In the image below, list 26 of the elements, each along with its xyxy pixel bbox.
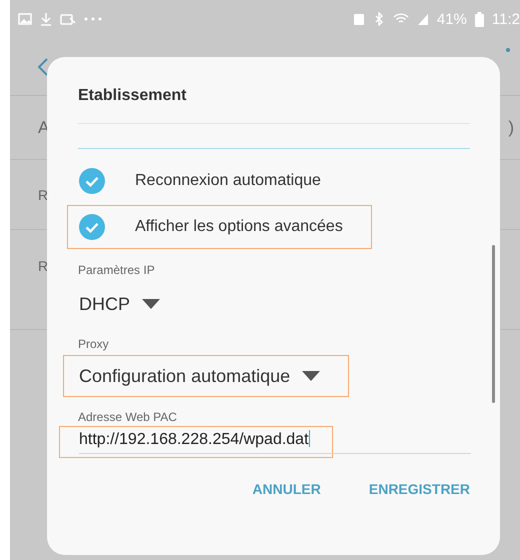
checkbox[interactable]	[79, 168, 105, 194]
list-item-label: )	[508, 118, 514, 138]
dropdown-arrow-icon	[302, 371, 320, 381]
field-label: Adresse Web PAC	[78, 410, 178, 424]
signal-icon	[416, 12, 429, 26]
option-label: Afficher les options avancées	[135, 218, 343, 236]
option-label: Reconnexion automatique	[135, 172, 321, 190]
more-icon	[84, 17, 102, 21]
battery-icon	[474, 12, 484, 26]
back-icon[interactable]	[38, 58, 48, 76]
list-item-label: R	[38, 258, 48, 274]
input-field[interactable]: http://192.168.228.254/wpad.dat	[79, 427, 471, 454]
more-icon[interactable]	[506, 48, 510, 52]
download-icon	[40, 12, 52, 26]
field-label: Paramètres IP	[78, 263, 156, 277]
list-item-label: R	[38, 186, 48, 202]
notification-icon	[60, 13, 76, 25]
dialog-title: Etablissement	[78, 87, 470, 124]
dropdown[interactable]: Configuration automatique	[79, 366, 320, 386]
bluetooth-icon	[372, 12, 385, 26]
dropdown-arrow-icon	[142, 299, 160, 309]
battery-saver-icon	[352, 12, 365, 26]
checkbox[interactable]	[79, 214, 105, 240]
picture-icon	[18, 13, 32, 25]
dropdown[interactable]: DHCP	[79, 294, 160, 314]
field-label: Proxy	[78, 337, 110, 351]
